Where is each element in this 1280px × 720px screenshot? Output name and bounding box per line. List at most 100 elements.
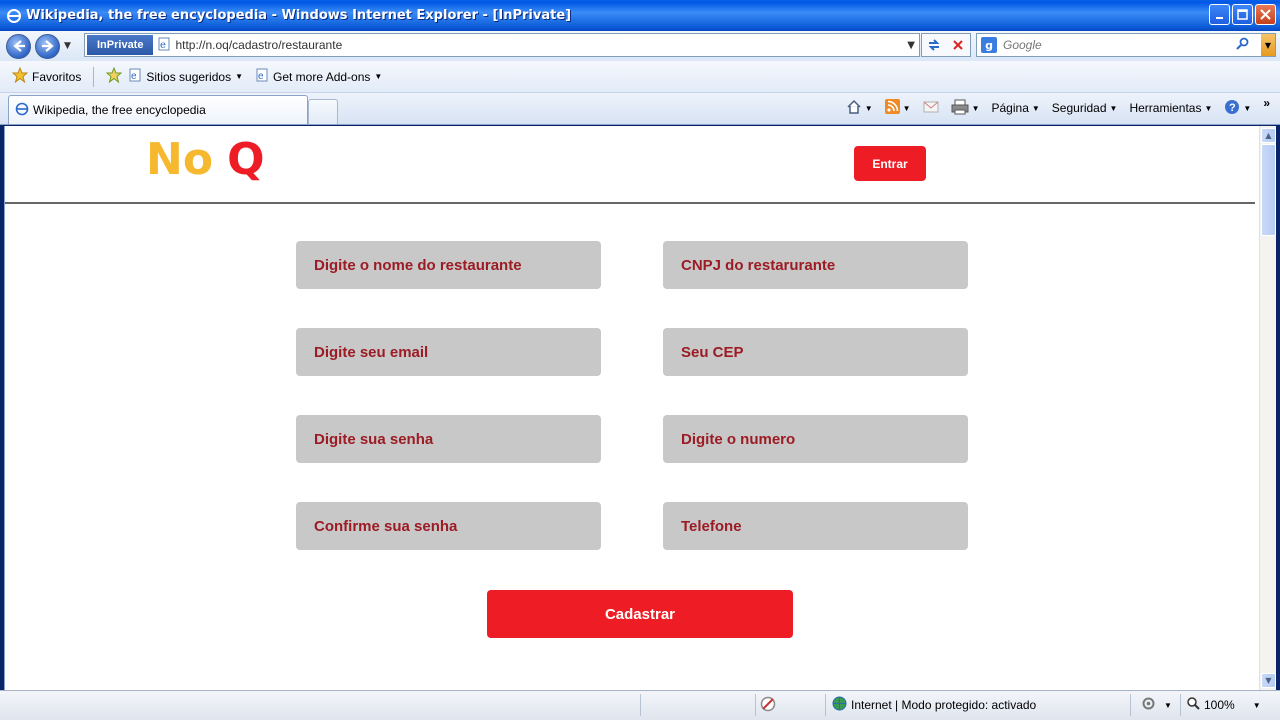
chevron-down-icon: ▼ xyxy=(864,103,873,113)
logo-part-q: Q xyxy=(227,134,265,185)
confirm-password-input[interactable]: Confirme sua senha xyxy=(296,502,601,550)
separator xyxy=(93,66,95,87)
page-menu-label: Página xyxy=(991,101,1029,115)
noq-logo[interactable]: No Q xyxy=(146,134,264,185)
search-icon[interactable] xyxy=(1236,37,1249,53)
safety-menu[interactable]: Seguridad ▼ xyxy=(1052,101,1118,115)
more-commands-icon[interactable]: » xyxy=(1263,96,1270,110)
stop-button[interactable] xyxy=(946,34,970,56)
svg-text:?: ? xyxy=(1229,102,1236,114)
tab-title: Wikipedia, the free encyclopedia xyxy=(33,103,206,117)
security-zone[interactable]: Internet | Modo protegido: activado xyxy=(825,694,1130,716)
suggested-sites-label: Sitios sugeridos xyxy=(146,69,232,84)
maximize-button[interactable] xyxy=(1232,4,1253,25)
minimize-button[interactable] xyxy=(1209,4,1230,25)
back-arrow-icon xyxy=(12,40,25,52)
rss-icon xyxy=(884,99,900,117)
zoom-level: 100% xyxy=(1204,698,1235,712)
chevron-down-icon: ▼ xyxy=(1204,103,1213,113)
scroll-thumb[interactable] xyxy=(1261,144,1276,236)
history-dropdown-icon[interactable]: ▼ xyxy=(64,41,71,51)
url-dropdown-icon[interactable]: ▼ xyxy=(907,40,915,51)
page-icon: e xyxy=(157,37,171,54)
chevron-down-icon: ▼ xyxy=(902,103,911,113)
mail-button[interactable] xyxy=(923,101,939,116)
cep-input[interactable]: Seu CEP xyxy=(663,328,968,376)
add-to-favorites-bar-button[interactable] xyxy=(106,66,123,86)
google-icon: g xyxy=(981,37,997,53)
inprivate-filter-button[interactable] xyxy=(755,694,825,716)
logo-part-no: No xyxy=(146,134,214,185)
get-addons-link[interactable]: e Get more Add-ons ▼ xyxy=(255,68,382,85)
status-bar: Internet | Modo protegido: activado ▼ 10… xyxy=(0,690,1280,720)
phone-input[interactable]: Telefone xyxy=(663,502,968,550)
home-icon xyxy=(846,99,862,118)
cnpj-input[interactable]: CNPJ do restarurante xyxy=(663,241,968,289)
suggested-sites-link[interactable]: e Sitios sugeridos ▼ xyxy=(128,68,243,85)
svg-text:e: e xyxy=(258,71,264,82)
tab-bar: Wikipedia, the free encyclopedia ▼ ▼ ▼ P… xyxy=(0,93,1280,125)
ie-page-icon: e xyxy=(128,68,142,85)
popup-settings-button[interactable]: ▼ xyxy=(1130,694,1180,716)
inprivate-badge: InPrivate xyxy=(87,35,154,55)
svg-text:e: e xyxy=(160,40,166,51)
home-button[interactable]: ▼ xyxy=(846,99,873,118)
forward-button[interactable] xyxy=(35,33,60,59)
status-empty-cell xyxy=(640,694,755,716)
minimize-icon xyxy=(1215,16,1223,19)
chevron-down-icon: ▼ xyxy=(1243,103,1252,113)
site-header: No Q Entrar xyxy=(5,126,1255,204)
tab-active[interactable]: Wikipedia, the free encyclopedia xyxy=(8,95,308,124)
vertical-scrollbar[interactable]: ▲ ▼ xyxy=(1259,126,1276,690)
navigation-bar: ▼ InPrivate e http://n.oq/cadastro/resta… xyxy=(0,31,1280,61)
window-title: Wikipedia, the free encyclopedia - Windo… xyxy=(26,8,572,23)
globe-icon xyxy=(832,696,847,714)
print-button[interactable]: ▼ xyxy=(951,99,980,118)
chevron-down-icon: ▼ xyxy=(1031,103,1040,113)
refresh-icon xyxy=(928,39,940,51)
chevron-down-icon: ▼ xyxy=(971,103,980,113)
settings-icon xyxy=(1141,696,1156,714)
ie-icon xyxy=(6,8,22,24)
chevron-down-icon: ▼ xyxy=(1252,700,1261,710)
scroll-down-icon[interactable]: ▼ xyxy=(1261,673,1276,688)
scroll-up-icon[interactable]: ▲ xyxy=(1261,128,1276,143)
url-text[interactable]: http://n.oq/cadastro/restaurante xyxy=(175,38,342,52)
email-input[interactable]: Digite seu email xyxy=(296,328,601,376)
search-box[interactable]: g Google ▼ xyxy=(976,33,1276,57)
help-button[interactable]: ? ▼ xyxy=(1224,99,1251,118)
register-button[interactable]: Cadastrar xyxy=(487,590,793,638)
close-button[interactable] xyxy=(1255,4,1276,25)
star-icon xyxy=(11,66,29,86)
inprivate-filter-icon xyxy=(760,696,776,715)
help-icon: ? xyxy=(1224,99,1240,118)
new-tab-button[interactable] xyxy=(308,99,338,124)
feeds-button[interactable]: ▼ xyxy=(884,99,911,117)
chevron-down-icon: ▼ xyxy=(374,72,383,81)
security-zone-label: Internet | Modo protegido: activado xyxy=(851,698,1037,712)
get-addons-label: Get more Add-ons xyxy=(273,69,371,84)
favorites-bar: Favoritos e Sitios sugeridos ▼ e Get mor… xyxy=(0,61,1280,93)
mail-icon xyxy=(923,101,939,116)
back-button[interactable] xyxy=(6,33,31,59)
search-placeholder: Google xyxy=(1003,38,1042,52)
login-button[interactable]: Entrar xyxy=(854,146,926,181)
address-number-input[interactable]: Digite o numero xyxy=(663,415,968,463)
favorites-button[interactable]: Favoritos xyxy=(11,66,82,86)
favorites-label: Favoritos xyxy=(32,69,82,84)
refresh-button[interactable] xyxy=(922,34,946,56)
window-title-bar: Wikipedia, the free encyclopedia - Windo… xyxy=(0,0,1280,31)
tools-menu[interactable]: Herramientas ▼ xyxy=(1129,101,1212,115)
forward-arrow-icon xyxy=(41,40,54,52)
search-options-icon[interactable]: ▼ xyxy=(1261,34,1275,56)
ie-page-icon xyxy=(15,102,29,119)
restaurant-name-input[interactable]: Digite o nome do restaurante xyxy=(296,241,601,289)
add-favorite-icon xyxy=(106,66,123,86)
password-input[interactable]: Digite sua senha xyxy=(296,415,601,463)
ie-page-icon: e xyxy=(255,68,269,85)
address-bar[interactable]: InPrivate e http://n.oq/cadastro/restaur… xyxy=(84,33,920,57)
zoom-icon xyxy=(1187,697,1200,713)
page-menu[interactable]: Página ▼ xyxy=(992,101,1040,115)
zoom-control[interactable]: 100% ▼ xyxy=(1180,694,1261,716)
svg-text:e: e xyxy=(131,71,137,82)
